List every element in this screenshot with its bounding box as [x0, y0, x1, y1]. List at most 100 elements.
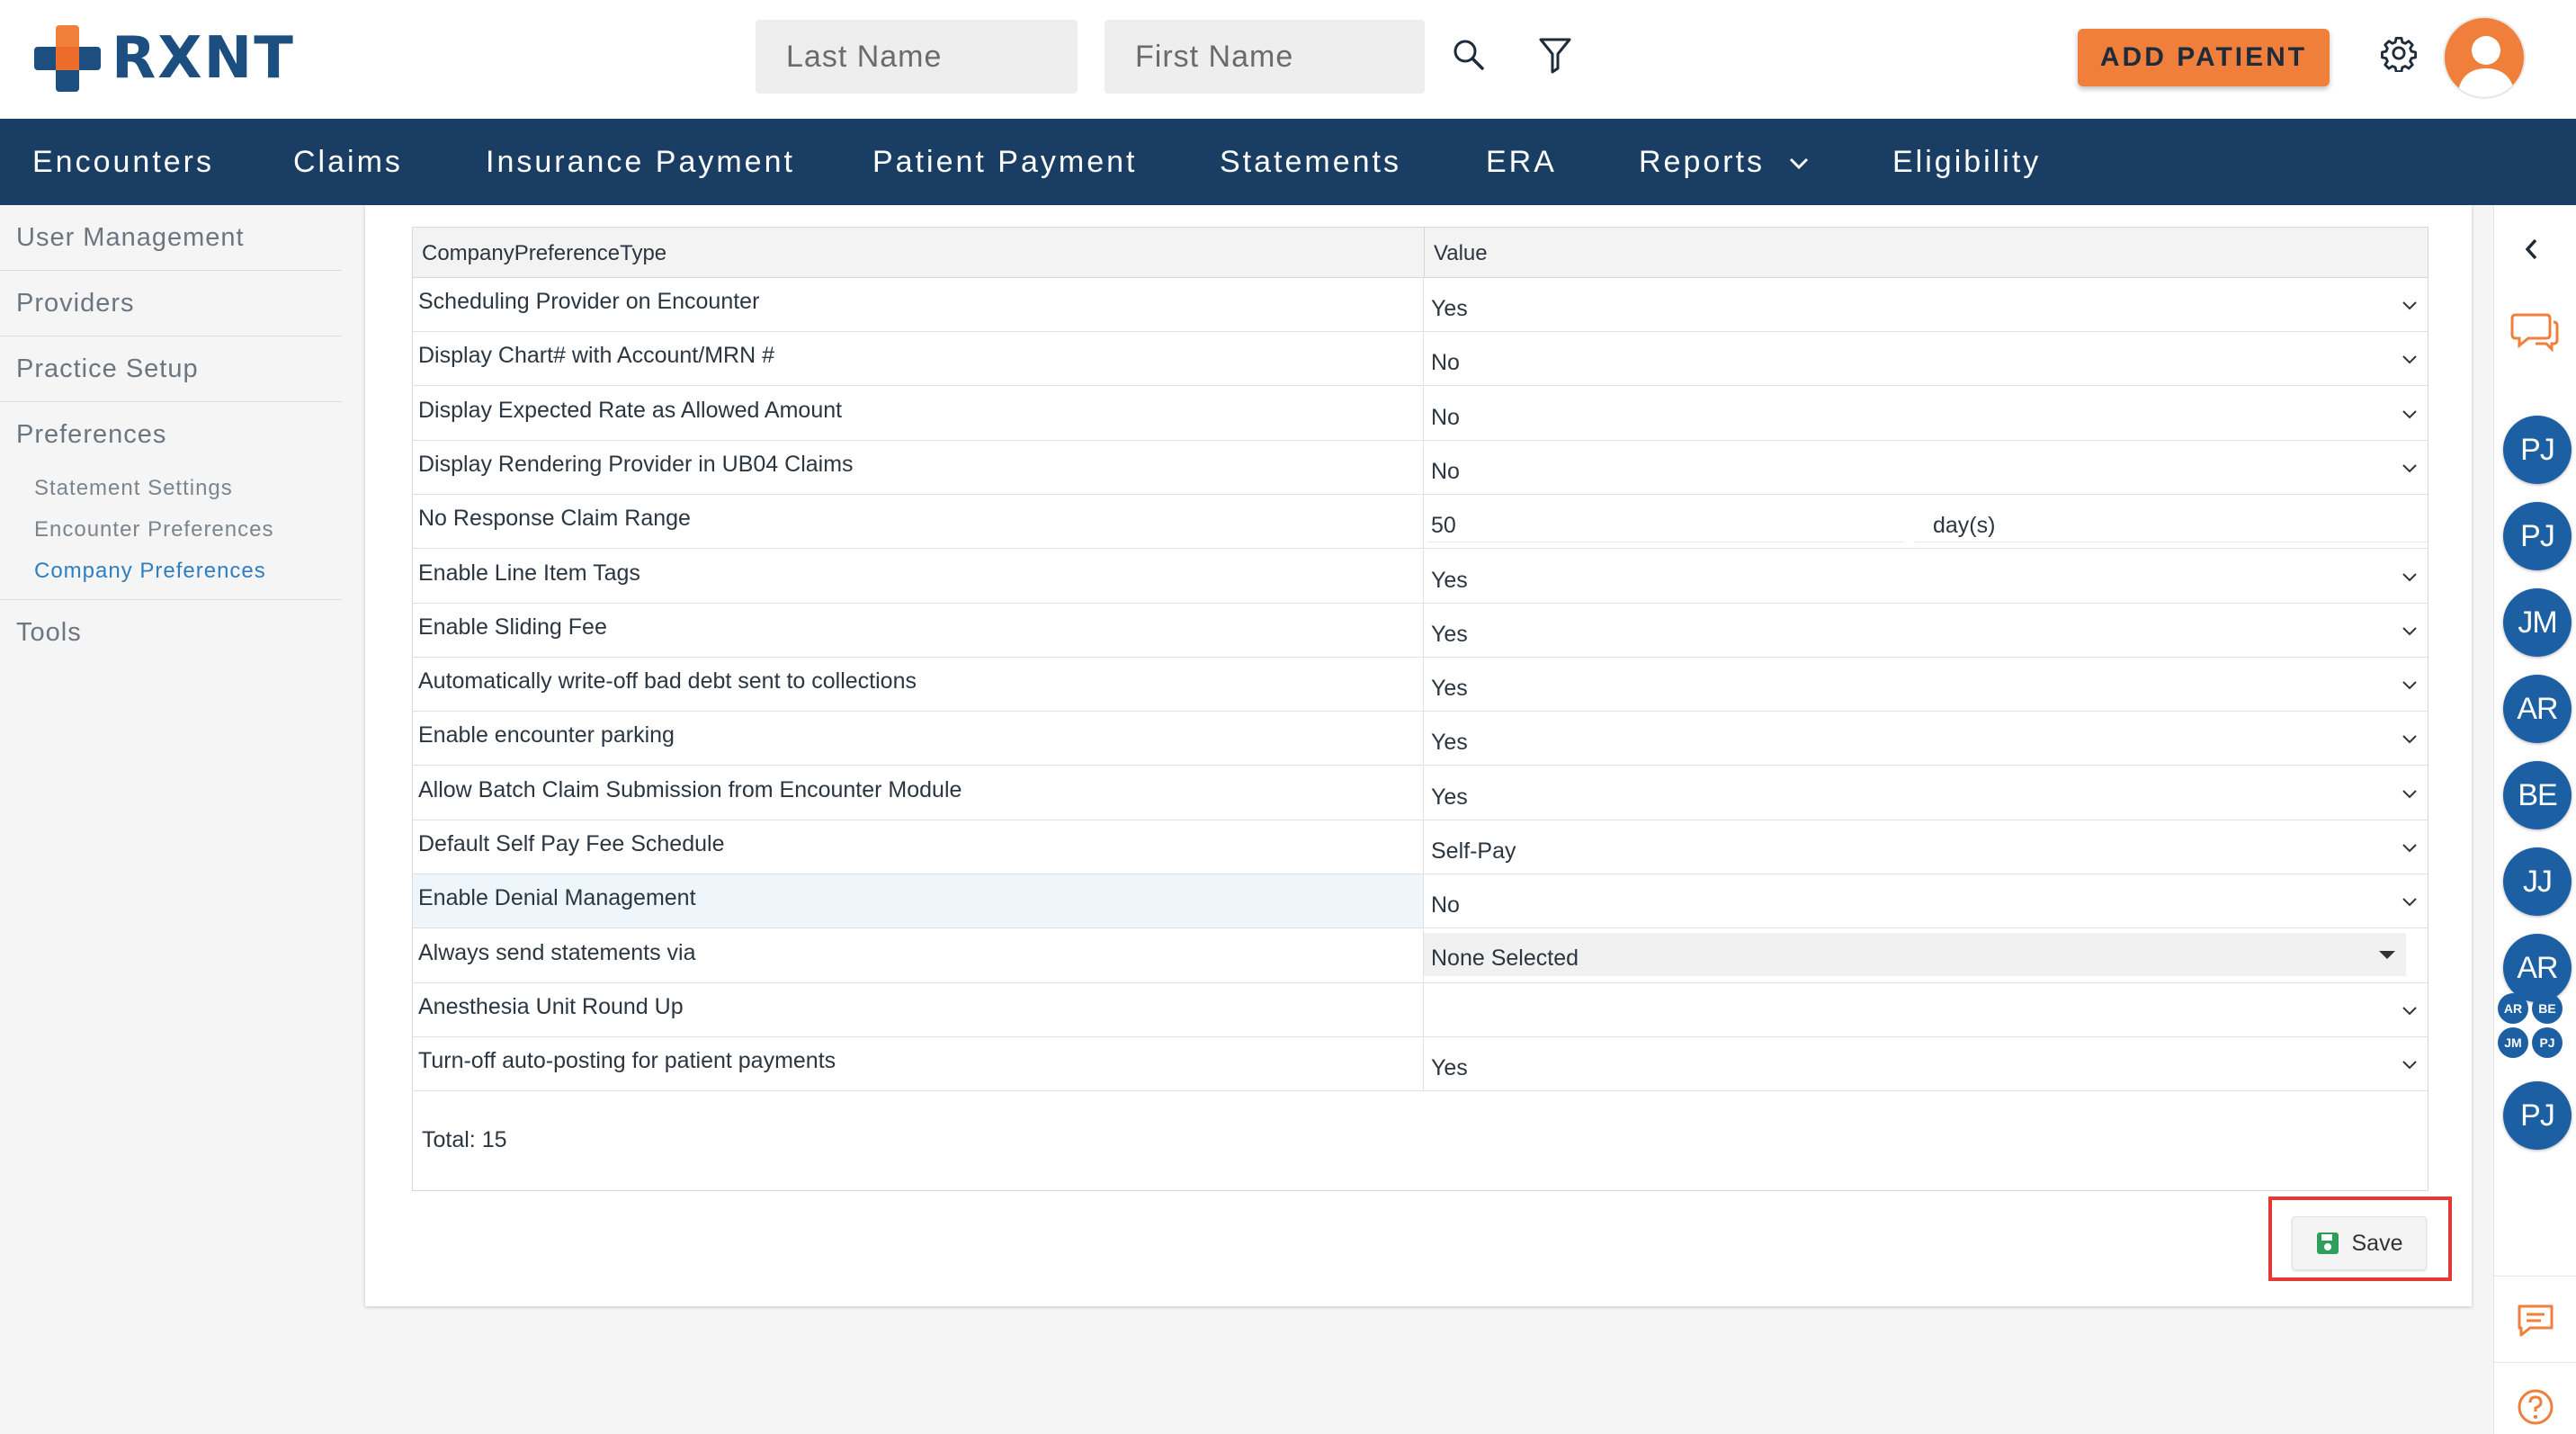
column-header-type[interactable]: CompanyPreferenceType	[422, 228, 666, 278]
value-dropdown[interactable]: Self-Pay	[1424, 820, 2428, 874]
value-dropdown[interactable]: Yes	[1424, 712, 2428, 765]
preference-type-cell: Enable encounter parking	[413, 712, 1424, 766]
dropdown-value: Yes	[1431, 1055, 1468, 1081]
rail-mini-avatar[interactable]: AR	[2498, 993, 2528, 1024]
preference-type-cell: Display Rendering Provider in UB04 Claim…	[413, 440, 1424, 494]
rail-avatar[interactable]: BE	[2503, 761, 2572, 829]
table-row[interactable]: Scheduling Provider on Encounter Yes	[413, 278, 2428, 332]
preference-type-cell: Always send statements via	[413, 928, 1424, 982]
collapse-chevron-left-icon[interactable]	[2521, 238, 2543, 265]
chevron-down-icon	[2399, 457, 2420, 479]
value-dropdown[interactable]: No	[1424, 332, 2428, 385]
nav-eligibility[interactable]: Eligibility	[1892, 119, 2041, 205]
nav-reports-label: Reports	[1639, 145, 1766, 179]
caret-down-icon	[2379, 950, 2395, 959]
sidebar-sub-company-preferences[interactable]: Company Preferences	[0, 551, 342, 592]
table-row[interactable]: Display Chart# with Account/MRN # No	[413, 332, 2428, 387]
rail-avatar[interactable]: JM	[2503, 588, 2572, 657]
save-highlight-box: Save	[2268, 1196, 2452, 1281]
table-row[interactable]: Display Rendering Provider in UB04 Claim…	[413, 440, 2428, 495]
rxnt-logo[interactable]: RXNT	[34, 25, 295, 92]
value-dropdown[interactable]: Yes	[1424, 766, 2428, 820]
table-row[interactable]: Automatically write-off bad debt sent to…	[413, 658, 2428, 713]
user-avatar[interactable]	[2443, 16, 2526, 99]
dropdown-value: Yes	[1431, 676, 1468, 702]
rail-mini-avatar[interactable]: PJ	[2532, 1027, 2563, 1058]
chevron-down-icon	[2399, 999, 2420, 1021]
value-dropdown[interactable]: No	[1424, 874, 2428, 928]
value-dropdown[interactable]: Yes	[1424, 278, 2428, 331]
message-icon[interactable]	[2516, 1303, 2555, 1343]
preference-type-cell: Enable Sliding Fee	[413, 603, 1424, 657]
gear-icon[interactable]	[2378, 32, 2419, 74]
table-row[interactable]: Enable Line Item Tags Yes	[413, 549, 2428, 604]
table-row[interactable]: Default Self Pay Fee Schedule Self-Pay	[413, 820, 2428, 874]
value-dropdown[interactable]: Yes	[1424, 658, 2428, 711]
nav-patient-payment[interactable]: Patient Payment	[872, 119, 1137, 205]
value-dropdown[interactable]: None Selected	[1424, 932, 2406, 976]
rxnt-cross-icon	[34, 25, 101, 92]
nav-encounters[interactable]: Encounters	[32, 119, 214, 205]
table-row[interactable]: Anesthesia Unit Round Up	[413, 982, 2428, 1037]
value-number-input[interactable]: 50	[1424, 495, 2428, 548]
sidebar-item-preferences[interactable]: Preferences	[0, 402, 342, 468]
table-row[interactable]: Enable encounter parking Yes	[413, 712, 2428, 766]
value-dropdown[interactable]: No	[1424, 441, 2428, 494]
preferences-submenu: Statement Settings Encounter Preferences…	[0, 468, 342, 600]
dropdown-value: Yes	[1431, 296, 1468, 321]
rail-avatar[interactable]: PJ	[2503, 1081, 2572, 1150]
value-dropdown[interactable]: Yes	[1424, 604, 2428, 657]
last-name-input[interactable]	[756, 20, 1078, 94]
right-rail: PJ PJ JM AR BE JJ AR AR BE JM PJ PJ	[2493, 205, 2576, 1434]
rail-avatar[interactable]: PJ	[2503, 502, 2572, 570]
sidebar-sub-encounter-preferences[interactable]: Encounter Preferences	[0, 509, 342, 551]
filter-icon[interactable]	[1534, 34, 1576, 76]
table-row[interactable]: Always send statements via None Selected	[413, 928, 2428, 983]
settings-sidebar: User Management Providers Practice Setup…	[0, 205, 342, 666]
chat-bubbles-icon[interactable]	[2510, 309, 2559, 357]
first-name-input[interactable]	[1105, 20, 1425, 94]
rail-avatar[interactable]: AR	[2503, 675, 2572, 743]
chevron-down-icon	[2399, 674, 2420, 695]
floppy-disk-icon	[2316, 1232, 2339, 1254]
nav-statements[interactable]: Statements	[1220, 119, 1401, 205]
table-row[interactable]: No Response Claim Range 50 day(s)	[413, 495, 2428, 550]
dropdown-value: No	[1431, 458, 1460, 484]
chevron-down-icon	[2399, 891, 2420, 912]
value-dropdown[interactable]: No	[1424, 387, 2428, 440]
table-row[interactable]: Allow Batch Claim Submission from Encoun…	[413, 766, 2428, 820]
add-patient-button[interactable]: ADD PATIENT	[2078, 29, 2330, 86]
preference-type-cell: Enable Line Item Tags	[413, 549, 1424, 603]
chevron-down-icon	[2399, 783, 2420, 804]
save-button[interactable]: Save	[2292, 1216, 2427, 1270]
rail-avatar[interactable]: JJ	[2503, 847, 2572, 916]
sidebar-sub-statement-settings[interactable]: Statement Settings	[0, 468, 342, 509]
grid-total: Total: 15	[422, 1127, 507, 1152]
rail-mini-avatar[interactable]: BE	[2532, 993, 2563, 1024]
nav-insurance-payment[interactable]: Insurance Payment	[486, 119, 795, 205]
nav-reports[interactable]: Reports	[1639, 119, 1809, 205]
table-row[interactable]: Enable Sliding Fee Yes	[413, 603, 2428, 658]
table-row[interactable]: Turn-off auto-posting for patient paymen…	[413, 1037, 2428, 1092]
rail-avatar[interactable]: PJ	[2503, 416, 2572, 484]
value-dropdown[interactable]: Yes	[1424, 550, 2428, 603]
preference-type-cell: Enable Denial Management	[413, 874, 1424, 928]
value-dropdown[interactable]	[1424, 983, 2428, 1036]
rail-avatar[interactable]: AR	[2503, 934, 2572, 1002]
value-dropdown[interactable]: Yes	[1424, 1037, 2428, 1090]
table-row[interactable]: Display Expected Rate as Allowed Amount N…	[413, 386, 2428, 441]
dropdown-value: No	[1431, 350, 1460, 376]
sidebar-item-tools[interactable]: Tools	[0, 600, 342, 666]
nav-claims[interactable]: Claims	[293, 119, 403, 205]
nav-era[interactable]: ERA	[1486, 119, 1557, 205]
table-row[interactable]: Enable Denial Management No	[413, 874, 2428, 929]
sidebar-item-providers[interactable]: Providers	[0, 271, 342, 336]
help-icon[interactable]	[2516, 1387, 2555, 1431]
rail-mini-avatar[interactable]: JM	[2498, 1027, 2528, 1058]
sidebar-item-practice-setup[interactable]: Practice Setup	[0, 336, 342, 402]
search-icon[interactable]	[1448, 34, 1489, 76]
preference-type-cell: Allow Batch Claim Submission from Encoun…	[413, 766, 1424, 820]
sidebar-item-user-management[interactable]: User Management	[0, 205, 342, 271]
preference-type-cell: Scheduling Provider on Encounter	[413, 278, 1424, 331]
column-header-value[interactable]: Value	[1424, 228, 2429, 278]
